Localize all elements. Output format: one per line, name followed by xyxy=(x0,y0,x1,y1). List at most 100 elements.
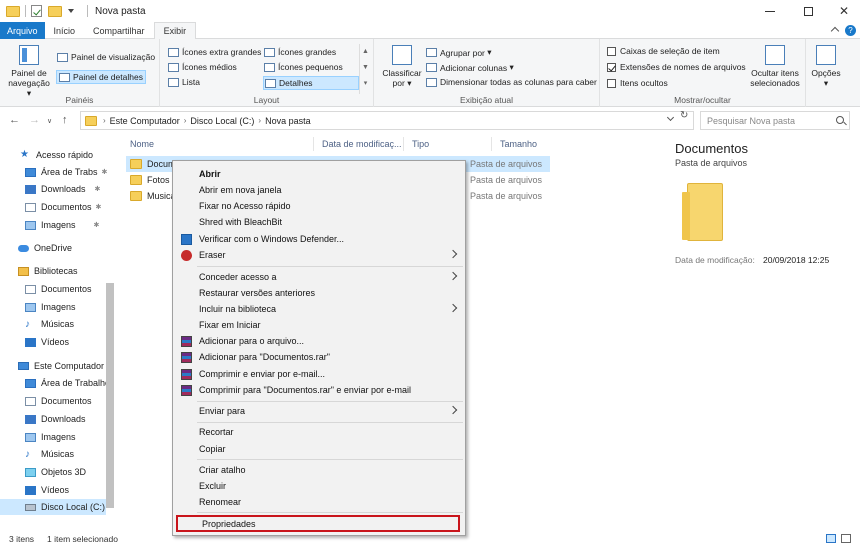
agrupar-por-button[interactable]: Agrupar por ▾ xyxy=(426,47,492,58)
large-icons-view-icon[interactable] xyxy=(841,534,851,543)
scroll-down-icon[interactable]: ▼ xyxy=(360,60,371,76)
menu-item-recortar[interactable]: Recortar xyxy=(175,424,463,440)
column-data-modificacao[interactable]: Data de modificaç... xyxy=(314,137,404,151)
menu-item-abrir[interactable]: Abrir xyxy=(175,166,463,182)
nav-pc-downloads[interactable]: Downloads xyxy=(25,411,86,427)
column-tipo[interactable]: Tipo xyxy=(404,137,492,151)
nav-pc-musicas[interactable]: ♪ Músicas xyxy=(25,446,74,462)
chevron-right-icon[interactable]: › xyxy=(184,116,187,125)
nav-pc-imagens[interactable]: Imagens xyxy=(25,429,76,445)
lista-button[interactable]: Lista xyxy=(168,77,200,87)
tab-arquivo[interactable]: Arquivo xyxy=(0,22,45,39)
column-nome[interactable]: Nome xyxy=(122,137,314,151)
customize-quick-access-icon[interactable] xyxy=(68,9,74,13)
opcoes-button[interactable]: Opções ▾ xyxy=(808,45,844,88)
menu-item-fixar-acesso-rapido[interactable]: Fixar no Acesso rápido xyxy=(175,198,463,214)
painel-visualizacao-button[interactable]: Painel de visualização xyxy=(57,52,155,62)
nav-pc-videos[interactable]: Vídeos xyxy=(25,482,69,498)
maximize-button[interactable] xyxy=(790,0,826,22)
back-arrow-icon[interactable]: ← xyxy=(9,114,20,126)
nav-imagens-quick[interactable]: Imagens ✱ xyxy=(25,217,99,233)
icones-extra-grandes-button[interactable]: Ícones extra grandes xyxy=(168,47,261,57)
nav-lib-imagens[interactable]: Imagens xyxy=(25,299,76,315)
scroll-up-icon[interactable]: ▲ xyxy=(360,44,371,60)
painel-navegacao-button[interactable]: Painel de navegação ▾ xyxy=(6,45,52,98)
close-button[interactable]: ✕ xyxy=(826,0,860,22)
menu-item-windows-defender[interactable]: Verificar com o Windows Defender... xyxy=(175,231,463,247)
breadcrumb-disco-local[interactable]: Disco Local (C:) xyxy=(190,116,254,126)
minimize-button[interactable] xyxy=(752,0,788,22)
nav-pc-objetos-3d[interactable]: Objetos 3D xyxy=(25,464,86,480)
extensoes-checkbox[interactable]: Extensões de nomes de arquivos xyxy=(607,62,746,72)
menu-item-comprimir-email[interactable]: Comprimir e enviar por e-mail... xyxy=(175,366,463,382)
nav-pc-documentos[interactable]: Documentos xyxy=(25,393,92,409)
menu-label: Adicionar para "Documentos.rar" xyxy=(199,352,330,362)
nav-lib-documentos[interactable]: Documentos xyxy=(25,281,92,297)
group-exibicao-atual: Classificar por ▾ Agrupar por ▾ Adiciona… xyxy=(374,39,600,107)
menu-item-enviar-para[interactable]: Enviar para xyxy=(175,403,463,419)
ocultar-itens-button[interactable]: Ocultar itens selecionados xyxy=(748,45,802,88)
nav-scrollbar[interactable] xyxy=(106,283,114,508)
dimensionar-colunas-button[interactable]: Dimensionar todas as colunas para caber xyxy=(426,77,597,87)
chevron-right-icon[interactable]: › xyxy=(103,116,106,125)
menu-item-criar-atalho[interactable]: Criar atalho xyxy=(175,462,463,478)
nav-pc-area-trabalho[interactable]: Área de Trabalho xyxy=(25,375,110,391)
layout-scroll[interactable]: ▲ ▼ ▾ xyxy=(359,44,371,94)
nav-lib-videos[interactable]: Vídeos xyxy=(25,334,69,350)
details-view-icon[interactable] xyxy=(826,534,836,543)
icones-grandes-button[interactable]: Ícones grandes xyxy=(264,47,336,57)
menu-item-restaurar-versoes[interactable]: Restaurar versões anteriores xyxy=(175,285,463,301)
breadcrumb-este-computador[interactable]: Este Computador xyxy=(110,116,180,126)
address-bar[interactable]: › Este Computador › Disco Local (C:) › N… xyxy=(80,111,694,130)
forward-arrow-icon[interactable]: → xyxy=(29,114,40,126)
caixas-selecao-label: Caixas de seleção de item xyxy=(620,46,720,56)
adicionar-colunas-button[interactable]: Adicionar colunas ▾ xyxy=(426,62,514,73)
menu-item-incluir-biblioteca[interactable]: Incluir na biblioteca xyxy=(175,301,463,317)
tab-exibir[interactable]: Exibir xyxy=(153,22,197,40)
menu-item-propriedades[interactable]: Propriedades xyxy=(176,515,460,532)
nav-lib-musicas[interactable]: ♪ Músicas xyxy=(25,316,74,332)
expand-icon[interactable]: ▾ xyxy=(360,76,371,92)
menu-item-eraser[interactable]: Eraser xyxy=(175,247,463,263)
column-tamanho[interactable]: Tamanho xyxy=(492,137,552,151)
menu-item-shred-bleachbit[interactable]: Shred with BleachBit xyxy=(175,214,463,230)
nav-pc-disco-local[interactable]: Disco Local (C:) xyxy=(0,499,106,515)
menu-item-adicionar-rar[interactable]: Adicionar para "Documentos.rar" xyxy=(175,349,463,365)
detalhes-button[interactable]: Detalhes xyxy=(263,76,359,90)
itens-ocultos-checkbox[interactable]: Itens ocultos xyxy=(607,78,668,88)
menu-item-copiar[interactable]: Copiar xyxy=(175,441,463,457)
nav-area-trabalho-quick[interactable]: Área de Trabs ✱ xyxy=(25,164,107,180)
nav-onedrive[interactable]: OneDrive xyxy=(18,240,72,256)
collapse-ribbon-icon[interactable] xyxy=(830,26,840,36)
image-icon xyxy=(25,432,36,442)
menu-item-comprimir-rar-email[interactable]: Comprimir para "Documentos.rar" e enviar… xyxy=(175,382,463,398)
new-folder-quick-icon[interactable] xyxy=(48,5,62,17)
menu-item-conceder-acesso[interactable]: Conceder acesso a xyxy=(175,269,463,285)
caixas-selecao-checkbox[interactable]: Caixas de seleção de item xyxy=(607,46,720,56)
icones-pequenos-button[interactable]: Ícones pequenos xyxy=(264,62,343,72)
painel-detalhes-button[interactable]: Painel de detalhes xyxy=(56,70,146,84)
recent-chevron-icon[interactable]: ∨ xyxy=(47,117,52,125)
chevron-right-icon[interactable]: › xyxy=(258,116,261,125)
icones-medios-button[interactable]: Ícones médios xyxy=(168,62,237,72)
tab-compartilhar[interactable]: Compartilhar xyxy=(84,22,154,39)
refresh-icon[interactable]: ↻ xyxy=(680,110,688,121)
up-arrow-icon[interactable]: ↑ xyxy=(62,114,68,126)
menu-label: Verificar com o Windows Defender... xyxy=(199,234,345,244)
tab-inicio[interactable]: Início xyxy=(45,22,85,39)
classificar-por-button[interactable]: Classificar por ▾ xyxy=(380,45,424,88)
nav-downloads-quick[interactable]: Downloads ✱ xyxy=(25,181,100,197)
nav-acesso-rapido[interactable]: ★ Acesso rápido xyxy=(20,147,93,163)
search-input[interactable]: Pesquisar Nova pasta xyxy=(700,111,850,130)
properties-quick-icon[interactable] xyxy=(31,5,42,17)
nav-bibliotecas[interactable]: Bibliotecas xyxy=(18,263,78,279)
menu-item-abrir-nova-janela[interactable]: Abrir em nova janela xyxy=(175,182,463,198)
help-icon[interactable]: ? xyxy=(845,25,856,36)
menu-item-renomear[interactable]: Renomear xyxy=(175,494,463,510)
menu-item-excluir[interactable]: Excluir xyxy=(175,478,463,494)
menu-item-fixar-iniciar[interactable]: Fixar em Iniciar xyxy=(175,317,463,333)
breadcrumb-nova-pasta[interactable]: Nova pasta xyxy=(265,116,311,126)
nav-documentos-quick[interactable]: Documentos ✱ xyxy=(25,199,101,215)
nav-este-computador[interactable]: Este Computador xyxy=(18,358,104,374)
menu-item-adicionar-arquivo[interactable]: Adicionar para o arquivo... xyxy=(175,333,463,349)
